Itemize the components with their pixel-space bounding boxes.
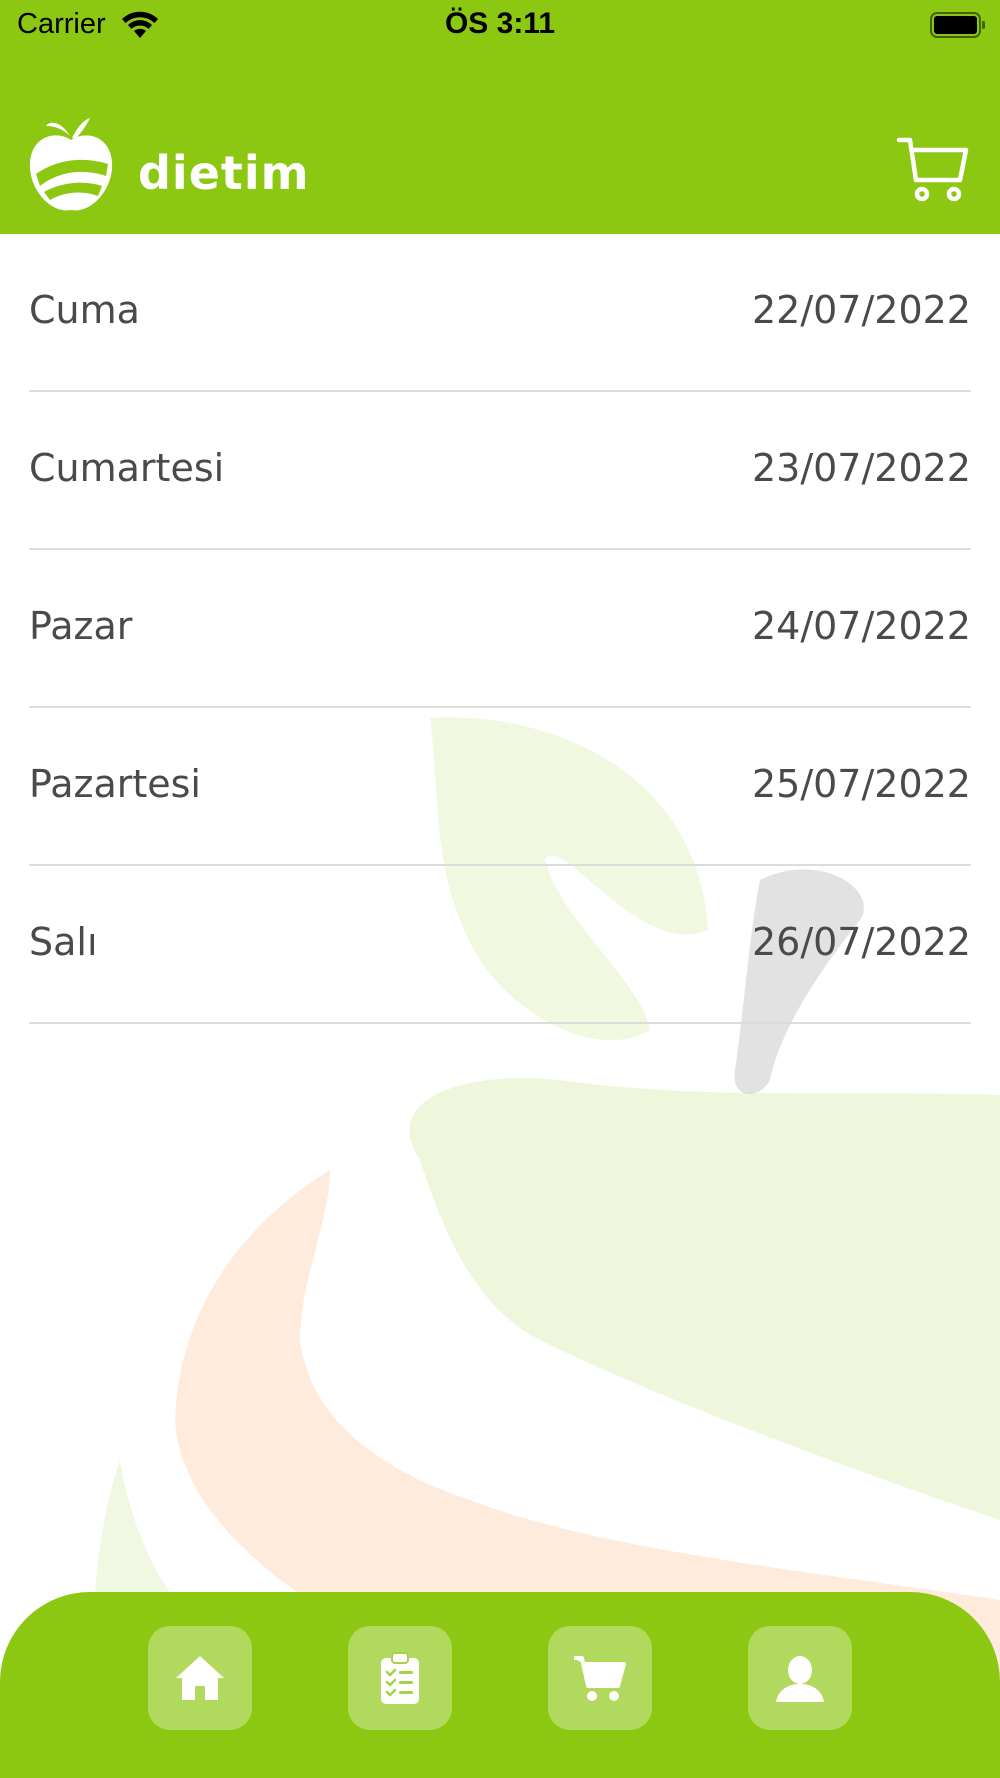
day-row[interactable]: Cumartesi 23/07/2022 [29,392,971,550]
day-date: 25/07/2022 [751,762,971,806]
day-name: Cumartesi [29,446,225,490]
app-header: dietim [0,110,1000,234]
day-row[interactable]: Pazartesi 25/07/2022 [29,708,971,866]
status-bar: Carrier ÖS 3:11 [0,0,1000,52]
day-date: 26/07/2022 [751,920,971,964]
day-name: Salı [29,920,98,964]
tab-diet-list[interactable] [348,1626,452,1730]
day-list: Cuma 22/07/2022 Cumartesi 23/07/2022 Paz… [29,234,971,1024]
cart-icon [574,1656,626,1701]
tab-cart[interactable] [548,1626,652,1730]
apple-logo-icon [29,118,113,211]
day-row[interactable]: Salı 26/07/2022 [29,866,971,1024]
battery-icon [930,12,985,38]
day-date: 24/07/2022 [751,604,971,648]
user-icon [776,1656,824,1702]
day-name: Cuma [29,288,140,332]
day-name: Pazartesi [29,762,201,806]
day-row[interactable]: Pazar 24/07/2022 [29,550,971,708]
day-date: 23/07/2022 [751,446,971,490]
clipboard-list-icon [381,1652,419,1704]
day-name: Pazar [29,604,133,648]
brand-name: dietim [138,146,310,200]
top-bar: Carrier ÖS 3:11 dietim [0,0,1000,234]
status-time: ÖS 3:11 [444,7,556,40]
home-icon [176,1656,224,1700]
tab-bar [0,1592,1000,1778]
day-date: 22/07/2022 [751,288,971,332]
tab-profile[interactable] [748,1626,852,1730]
day-row[interactable]: Cuma 22/07/2022 [29,234,971,392]
cart-button[interactable] [896,132,970,206]
tab-home[interactable] [148,1626,252,1730]
